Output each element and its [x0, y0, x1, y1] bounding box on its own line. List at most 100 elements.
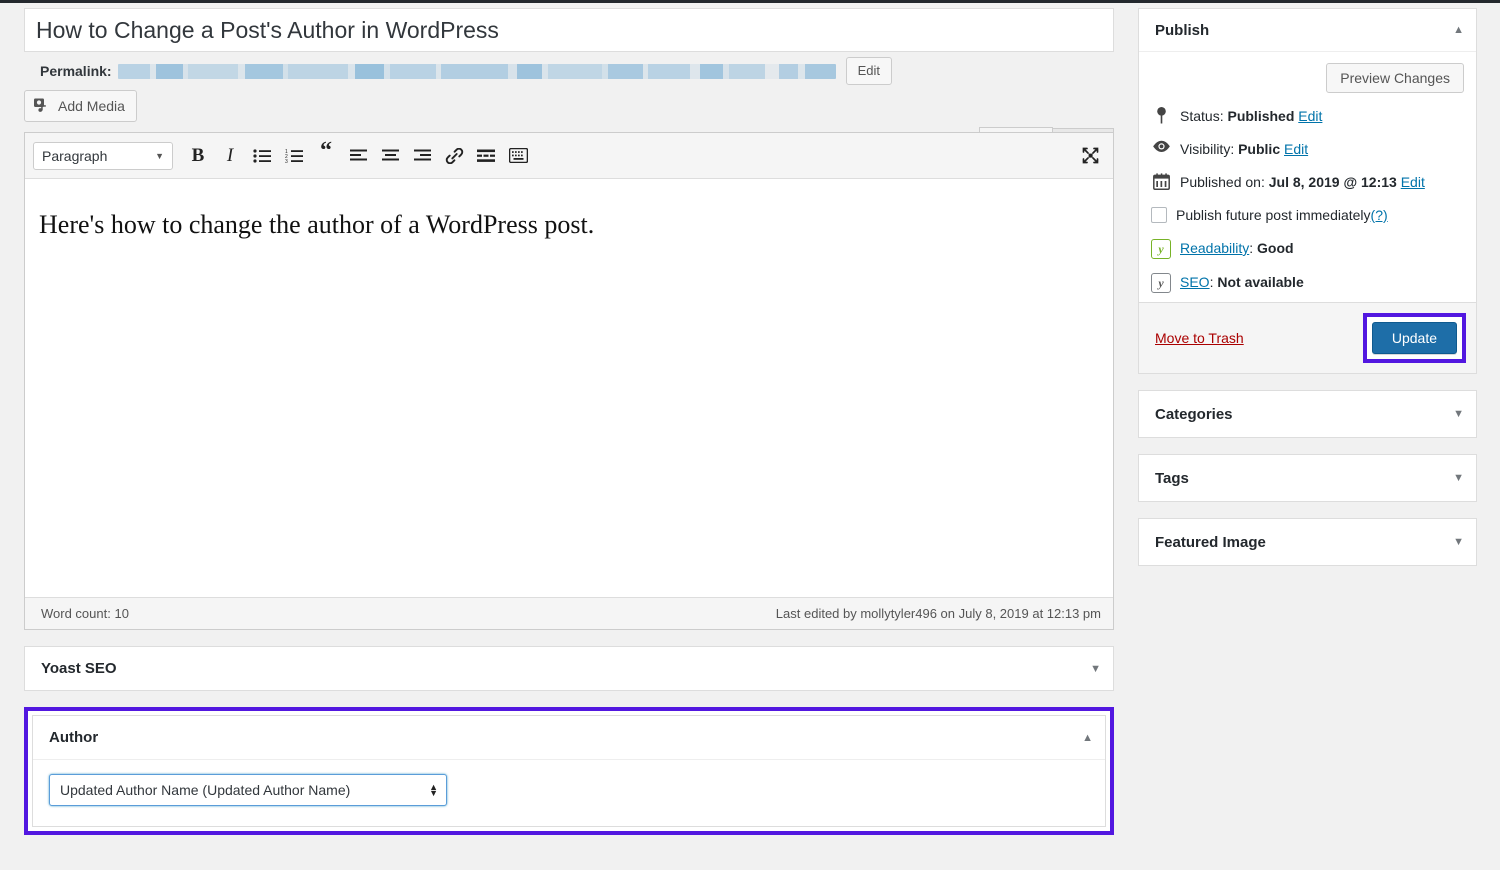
- seo-value: Not available: [1217, 274, 1303, 290]
- italic-icon[interactable]: I: [215, 141, 245, 171]
- published-on-text: Published on: Jul 8, 2019 @ 12:13 Edit: [1180, 172, 1425, 192]
- publish-metabox-body: Preview Changes Status: Published Edit: [1139, 52, 1476, 302]
- main-editor-column: Permalink: Edit: [24, 8, 1114, 835]
- insert-link-icon[interactable]: [439, 141, 469, 171]
- media-toolbar-row: Add Media: [24, 90, 1114, 132]
- publish-future-checkbox[interactable]: [1151, 207, 1167, 223]
- permalink-label: Permalink:: [40, 63, 112, 79]
- post-title-input[interactable]: [36, 17, 1102, 44]
- last-edited-info: Last edited by mollytyler496 on July 8, …: [776, 606, 1101, 621]
- metabox-author-header[interactable]: Author ▲: [33, 716, 1105, 759]
- bold-icon[interactable]: B: [183, 141, 213, 171]
- metabox-featured-image: Featured Image ▼: [1138, 518, 1477, 566]
- seo-separator: :: [1210, 274, 1214, 290]
- align-center-icon[interactable]: [375, 141, 405, 171]
- metabox-author-body: Updated Author Name (Updated Author Name…: [33, 759, 1105, 826]
- status-label: Status:: [1180, 108, 1224, 124]
- add-media-icon: [34, 97, 51, 115]
- add-media-button[interactable]: Add Media: [24, 90, 137, 122]
- readability-value: Good: [1257, 240, 1294, 256]
- chevron-up-icon[interactable]: ▲: [1082, 732, 1093, 744]
- paragraph-format-select[interactable]: Paragraph ▼: [33, 142, 173, 170]
- content-editor: Paragraph ▼ B I 1 2 3: [24, 132, 1114, 630]
- chevron-down-icon: ▼: [155, 151, 164, 161]
- blockquote-icon[interactable]: “: [311, 141, 341, 171]
- metabox-author: Author ▲ Updated Author Name (Updated Au…: [32, 715, 1106, 827]
- seo-text: SEO: Not available: [1180, 272, 1304, 292]
- post-editor-page: Permalink: Edit: [0, 3, 1500, 870]
- read-more-icon[interactable]: [471, 141, 501, 171]
- post-visibility-text: Visibility: Public Edit: [1180, 139, 1308, 159]
- seo-link[interactable]: SEO: [1180, 274, 1210, 290]
- visibility-value: Public: [1238, 141, 1280, 157]
- preview-row: Preview Changes: [1151, 63, 1464, 93]
- metabox-tags-header[interactable]: Tags ▼: [1139, 455, 1476, 501]
- publish-sidebar: Publish ▲ Preview Changes Status:: [1138, 8, 1477, 566]
- chevron-down-icon[interactable]: ▼: [1453, 472, 1464, 484]
- publish-future-label: Publish future post immediately: [1176, 207, 1371, 223]
- published-edit-link[interactable]: Edit: [1401, 174, 1425, 190]
- editor-status-bar: Word count: 10 Last edited by mollytyler…: [25, 597, 1113, 629]
- metabox-categories: Categories ▼: [1138, 390, 1477, 438]
- stepper-arrows-icon[interactable]: ▲▼: [429, 784, 438, 796]
- publish-future-help-link[interactable]: (?): [1371, 207, 1388, 223]
- update-button[interactable]: Update: [1372, 322, 1457, 354]
- editor-paragraph: Here's how to change the author of a Wor…: [39, 207, 1101, 243]
- metabox-categories-header[interactable]: Categories ▼: [1139, 391, 1476, 437]
- svg-text:3: 3: [285, 159, 288, 163]
- status-edit-link[interactable]: Edit: [1298, 108, 1322, 124]
- numbered-list-icon[interactable]: 1 2 3: [279, 141, 309, 171]
- metabox-author-title: Author: [49, 729, 98, 746]
- author-select[interactable]: Updated Author Name (Updated Author Name…: [49, 774, 447, 806]
- publish-metabox-header[interactable]: Publish ▲: [1139, 9, 1476, 52]
- metabox-tags-title: Tags: [1155, 470, 1189, 487]
- visibility-edit-link[interactable]: Edit: [1284, 141, 1308, 157]
- chevron-down-icon[interactable]: ▼: [1090, 663, 1101, 675]
- metabox-categories-title: Categories: [1155, 406, 1233, 423]
- seo-row: y SEO: Not available: [1151, 272, 1464, 293]
- readability-row: y Readability: Good: [1151, 238, 1464, 259]
- publish-future-text: Publish future post immediately(?): [1176, 205, 1388, 225]
- status-value: Published: [1227, 108, 1294, 124]
- readability-link[interactable]: Readability: [1180, 240, 1249, 256]
- metabox-yoast-seo-header[interactable]: Yoast SEO ▼: [25, 647, 1113, 690]
- permalink-row: Permalink: Edit: [24, 52, 1114, 90]
- metabox-featured-image-title: Featured Image: [1155, 534, 1266, 551]
- post-visibility-row: Visibility: Public Edit: [1151, 139, 1464, 159]
- preview-changes-button[interactable]: Preview Changes: [1326, 63, 1464, 93]
- permalink-edit-button[interactable]: Edit: [846, 57, 892, 85]
- editor-content-area[interactable]: Here's how to change the author of a Wor…: [25, 179, 1113, 597]
- word-count: Word count: 10: [41, 606, 129, 621]
- formatting-toolbar: Paragraph ▼ B I 1 2 3: [25, 133, 1113, 179]
- author-select-value: Updated Author Name (Updated Author Name…: [60, 782, 350, 798]
- calendar-icon: [1151, 172, 1171, 190]
- align-left-icon[interactable]: [343, 141, 373, 171]
- published-value: Jul 8, 2019 @ 12:13: [1269, 174, 1397, 190]
- chevron-up-icon[interactable]: ▲: [1453, 24, 1464, 36]
- metabox-featured-image-header[interactable]: Featured Image ▼: [1139, 519, 1476, 565]
- update-button-highlight: Update: [1363, 313, 1466, 363]
- bulleted-list-icon[interactable]: [247, 141, 277, 171]
- publish-footer: Move to Trash Update: [1139, 302, 1476, 373]
- fullscreen-icon[interactable]: [1075, 141, 1105, 171]
- add-media-label: Add Media: [58, 98, 125, 114]
- post-title-field[interactable]: [24, 8, 1114, 52]
- readability-text: Readability: Good: [1180, 238, 1294, 258]
- publish-title: Publish: [1155, 22, 1209, 39]
- paragraph-format-value: Paragraph: [42, 148, 107, 164]
- eye-icon: [1151, 139, 1171, 153]
- yoast-logo-icon: y: [1151, 238, 1171, 259]
- move-to-trash-link[interactable]: Move to Trash: [1155, 330, 1244, 346]
- published-on-row: Published on: Jul 8, 2019 @ 12:13 Edit: [1151, 172, 1464, 192]
- metabox-yoast-seo: Yoast SEO ▼: [24, 646, 1114, 691]
- pin-icon: [1151, 106, 1171, 124]
- chevron-down-icon[interactable]: ▼: [1453, 408, 1464, 420]
- chevron-down-icon[interactable]: ▼: [1453, 536, 1464, 548]
- align-right-icon[interactable]: [407, 141, 437, 171]
- published-label: Published on:: [1180, 174, 1265, 190]
- keyboard-shortcuts-icon[interactable]: [503, 141, 533, 171]
- metabox-tags: Tags ▼: [1138, 454, 1477, 502]
- author-metabox-highlight: Author ▲ Updated Author Name (Updated Au…: [24, 707, 1114, 835]
- post-status-text: Status: Published Edit: [1180, 106, 1322, 126]
- post-status-row: Status: Published Edit: [1151, 106, 1464, 126]
